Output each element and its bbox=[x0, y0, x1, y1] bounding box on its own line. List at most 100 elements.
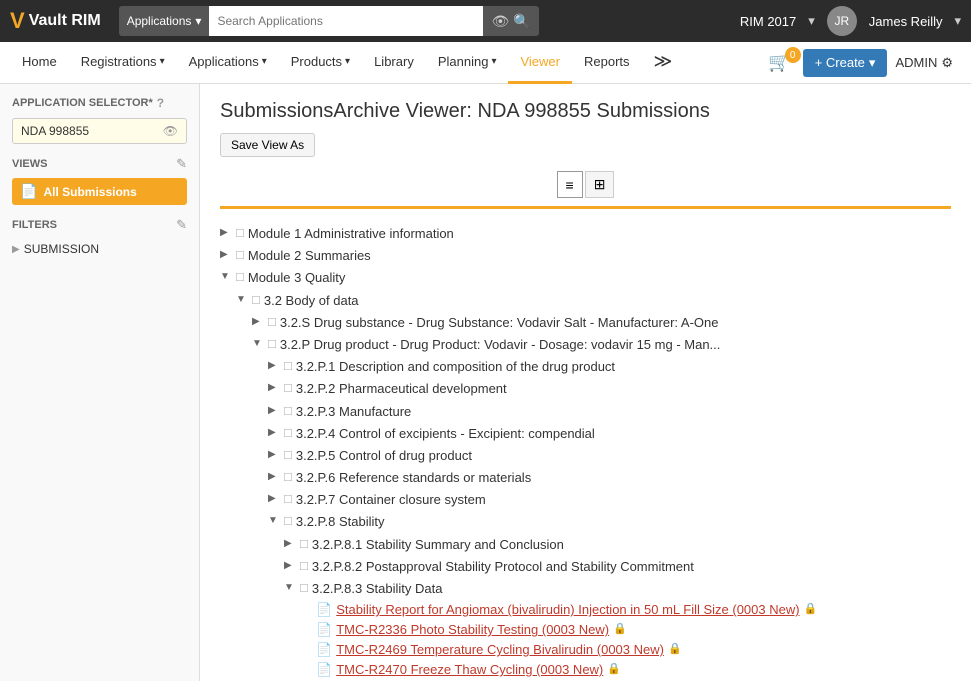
nav-reports[interactable]: Reports bbox=[572, 42, 642, 84]
link-pdf3[interactable]: TMC-R2469 Temperature Cycling Bivalirudi… bbox=[336, 642, 664, 657]
create-button[interactable]: + Create ▾ bbox=[803, 49, 888, 77]
search-input[interactable] bbox=[209, 6, 483, 36]
logo: V Vault RIM bbox=[10, 8, 101, 34]
search-icons: 👁 🔍 bbox=[483, 6, 538, 36]
pdf-icon-4: 📄 bbox=[316, 662, 332, 678]
nav-more[interactable]: ≫ bbox=[642, 42, 685, 84]
toggle-module1[interactable]: ▶ bbox=[220, 227, 232, 238]
tree-32p6[interactable]: ▶ □ 3.2.P.6 Reference standards or mater… bbox=[220, 467, 951, 489]
filters-edit-icon[interactable]: ✎ bbox=[176, 217, 187, 233]
toggle-32p4[interactable]: ▶ bbox=[268, 427, 280, 438]
tree-32p83[interactable]: ▼ □ 3.2.P.8.3 Stability Data bbox=[220, 578, 951, 600]
search-type-dropdown[interactable]: Applications ▾ bbox=[119, 6, 210, 36]
label-32p6: 3.2.P.6 Reference standards or materials bbox=[296, 469, 531, 487]
toggle-32[interactable]: ▼ bbox=[236, 294, 248, 305]
tree-32p3[interactable]: ▶ □ 3.2.P.3 Manufacture bbox=[220, 401, 951, 423]
tree-32p4[interactable]: ▶ □ 3.2.P.4 Control of excipients - Exci… bbox=[220, 423, 951, 445]
toggle-32p6[interactable]: ▶ bbox=[268, 471, 280, 482]
toggle-32p1[interactable]: ▶ bbox=[268, 360, 280, 371]
tree-32p2[interactable]: ▶ □ 3.2.P.2 Pharmaceutical development bbox=[220, 378, 951, 400]
filter-caret: ▶ bbox=[12, 244, 20, 255]
toggle-32p3[interactable]: ▶ bbox=[268, 405, 280, 416]
tree-32p[interactable]: ▼ □ 3.2.P Drug product - Drug Product: V… bbox=[220, 334, 951, 356]
toggle-32p82[interactable]: ▶ bbox=[284, 560, 296, 571]
create-caret: ▾ bbox=[869, 55, 876, 71]
tree-32s[interactable]: ▶ □ 3.2.S Drug substance - Drug Substanc… bbox=[220, 312, 951, 334]
nav-planning[interactable]: Planning ▾ bbox=[426, 42, 509, 84]
nav-applications[interactable]: Applications ▾ bbox=[177, 42, 279, 84]
app-selector-input[interactable]: NDA 998855 👁 bbox=[12, 118, 187, 144]
link-pdf2[interactable]: TMC-R2336 Photo Stability Testing (0003 … bbox=[336, 622, 609, 637]
toggle-32p83[interactable]: ▼ bbox=[284, 582, 296, 593]
folder-32p4: □ bbox=[284, 425, 292, 440]
tree-32p8[interactable]: ▼ □ 3.2.P.8 Stability bbox=[220, 511, 951, 533]
toggle-32p8[interactable]: ▼ bbox=[268, 515, 280, 526]
link-pdf4[interactable]: TMC-R2470 Freeze Thaw Cycling (0003 New) bbox=[336, 662, 603, 677]
nav-home[interactable]: Home bbox=[10, 42, 69, 84]
toggle-module3[interactable]: ▼ bbox=[220, 271, 232, 282]
label-32p5: 3.2.P.5 Control of drug product bbox=[296, 447, 472, 465]
tree-pdf1[interactable]: 📄 Stability Report for Angiomax (bivalir… bbox=[220, 600, 951, 620]
toggle-32p5[interactable]: ▶ bbox=[268, 449, 280, 460]
admin-label: ADMIN bbox=[895, 55, 937, 70]
tree-32p82[interactable]: ▶ □ 3.2.P.8.2 Postapproval Stability Pro… bbox=[220, 556, 951, 578]
tree-32[interactable]: ▼ □ 3.2 Body of data bbox=[220, 290, 951, 312]
nav-products[interactable]: Products ▾ bbox=[279, 42, 362, 84]
pdf-icon-1: 📄 bbox=[316, 602, 332, 618]
user-caret: ▾ bbox=[954, 13, 961, 29]
label-32p3: 3.2.P.3 Manufacture bbox=[296, 403, 411, 421]
tree: ▶ □ Module 1 Administrative information … bbox=[220, 223, 951, 681]
user-name[interactable]: James Reilly bbox=[869, 14, 943, 29]
tree-module2[interactable]: ▶ □ Module 2 Summaries bbox=[220, 245, 951, 267]
toggle-module2[interactable]: ▶ bbox=[220, 249, 232, 260]
search-icon[interactable]: 🔍 bbox=[513, 13, 530, 30]
tree-32p81[interactable]: ▶ □ 3.2.P.8.1 Stability Summary and Conc… bbox=[220, 534, 951, 556]
tree-module1[interactable]: ▶ □ Module 1 Administrative information bbox=[220, 223, 951, 245]
toggle-32p[interactable]: ▼ bbox=[252, 338, 264, 349]
link-pdf1[interactable]: Stability Report for Angiomax (bivalirud… bbox=[336, 602, 799, 617]
nav-registrations[interactable]: Registrations ▾ bbox=[69, 42, 177, 84]
search-dropdown-caret: ▾ bbox=[195, 14, 201, 28]
nav-viewer[interactable]: Viewer bbox=[508, 42, 572, 84]
tree-32p5[interactable]: ▶ □ 3.2.P.5 Control of drug product bbox=[220, 445, 951, 467]
lock-icon-1: 🔒 bbox=[804, 602, 818, 615]
label-32p1: 3.2.P.1 Description and composition of t… bbox=[296, 358, 615, 376]
tree-pdf4[interactable]: 📄 TMC-R2470 Freeze Thaw Cycling (0003 Ne… bbox=[220, 660, 951, 680]
tree-module3[interactable]: ▼ □ Module 3 Quality bbox=[220, 267, 951, 289]
cart-button[interactable]: 🛒 0 bbox=[756, 52, 802, 73]
folder-32p5: □ bbox=[284, 447, 292, 462]
rim-version[interactable]: RIM 2017 bbox=[740, 14, 796, 29]
folder-32p6: □ bbox=[284, 469, 292, 484]
views-edit-icon[interactable]: ✎ bbox=[176, 156, 187, 172]
folder-32p: □ bbox=[268, 336, 276, 351]
tree-32p1[interactable]: ▶ □ 3.2.P.1 Description and composition … bbox=[220, 356, 951, 378]
folder-32p7: □ bbox=[284, 491, 292, 506]
grid-view-button[interactable]: ⊞ bbox=[585, 171, 615, 198]
view-item-icon: 📄 bbox=[20, 183, 37, 200]
eyeglass-icon[interactable]: 👁 bbox=[491, 13, 509, 30]
toggle-32p7[interactable]: ▶ bbox=[268, 493, 280, 504]
folder-32p1: □ bbox=[284, 358, 292, 373]
folder-32s: □ bbox=[268, 314, 276, 329]
label-32p4: 3.2.P.4 Control of excipients - Excipien… bbox=[296, 425, 595, 443]
toggle-32s[interactable]: ▶ bbox=[252, 316, 264, 327]
folder-module1: □ bbox=[236, 225, 244, 240]
planning-caret: ▾ bbox=[491, 56, 496, 67]
toggle-32p2[interactable]: ▶ bbox=[268, 382, 280, 393]
tree-32p7[interactable]: ▶ □ 3.2.P.7 Container closure system bbox=[220, 489, 951, 511]
all-submissions-view[interactable]: 📄 All Submissions bbox=[12, 178, 187, 205]
toggle-32p81[interactable]: ▶ bbox=[284, 538, 296, 549]
tree-pdf3[interactable]: 📄 TMC-R2469 Temperature Cycling Bivaliru… bbox=[220, 640, 951, 660]
main-layout: APPLICATION SELECTOR* ? NDA 998855 👁 VIE… bbox=[0, 84, 971, 681]
label-module1: Module 1 Administrative information bbox=[248, 225, 454, 243]
pdf-icon-3: 📄 bbox=[316, 642, 332, 658]
admin-button[interactable]: ADMIN ⚙ bbox=[887, 55, 961, 71]
lock-icon-4: 🔒 bbox=[607, 662, 621, 675]
save-view-as-button[interactable]: Save View As bbox=[220, 133, 315, 157]
help-icon[interactable]: ? bbox=[157, 96, 164, 110]
logo-v: V bbox=[10, 8, 25, 34]
filter-submission[interactable]: ▶ SUBMISSION bbox=[12, 239, 187, 259]
list-view-button[interactable]: ≡ bbox=[557, 171, 583, 198]
tree-pdf2[interactable]: 📄 TMC-R2336 Photo Stability Testing (000… bbox=[220, 620, 951, 640]
nav-library[interactable]: Library bbox=[362, 42, 426, 84]
